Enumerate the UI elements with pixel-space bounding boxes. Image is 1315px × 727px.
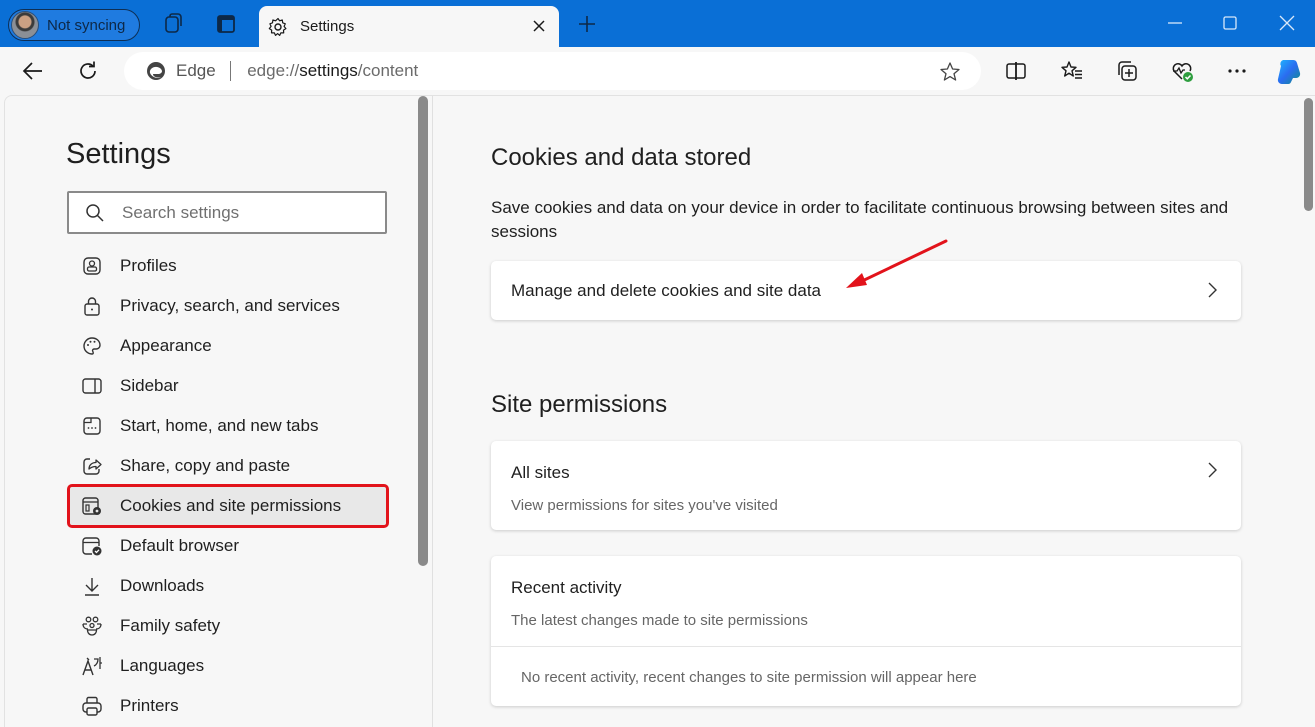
sidebar-item-label: Sidebar <box>120 376 179 395</box>
settings-nav: Profiles Privacy, search, and services A… <box>67 246 389 726</box>
tab-actions-icon[interactable] <box>215 13 237 35</box>
cookies-settings-icon <box>82 497 101 515</box>
url-host: settings <box>299 61 358 80</box>
sidebar-item-label: Downloads <box>120 576 205 595</box>
sidebar-item-downloads[interactable]: Downloads <box>69 566 387 606</box>
back-arrow-icon[interactable] <box>21 59 45 83</box>
split-screen-icon[interactable] <box>1004 59 1028 83</box>
cookies-heading: Cookies and data stored <box>491 144 752 171</box>
manage-cookies-label: Manage and delete cookies and site data <box>511 281 822 300</box>
languages-icon <box>82 657 102 676</box>
sidebar-scrollbar[interactable] <box>418 96 428 566</box>
profile-button[interactable]: Not syncing <box>8 9 140 41</box>
lock-icon <box>84 297 100 316</box>
recent-activity-empty: No recent activity, recent changes to si… <box>521 669 977 686</box>
home-tabs-icon <box>83 417 101 435</box>
printer-icon <box>82 696 102 716</box>
sidebar-item-label: Appearance <box>120 336 212 355</box>
search-box[interactable] <box>67 191 387 234</box>
browser-toolbar: Edge edge://settings/content <box>0 47 1315 95</box>
workspaces-icon[interactable] <box>162 13 184 35</box>
all-sites-subtitle: View permissions for sites you've visite… <box>511 497 778 514</box>
star-icon[interactable] <box>939 61 961 83</box>
page-scrollbar[interactable] <box>1304 98 1313 211</box>
sidebar-item-start-home[interactable]: Start, home, and new tabs <box>69 406 387 446</box>
default-browser-icon <box>82 537 102 556</box>
url-path: /content <box>357 61 419 80</box>
sidebar-item-family-safety[interactable]: Family safety <box>69 606 387 646</box>
refresh-icon[interactable] <box>76 59 100 83</box>
sidebar-item-sidebar[interactable]: Sidebar <box>69 366 387 406</box>
sidebar-item-privacy[interactable]: Privacy, search, and services <box>69 286 387 326</box>
recent-activity-subtitle: The latest changes made to site permissi… <box>511 612 808 629</box>
chevron-right-icon <box>1208 462 1217 478</box>
title-bar: Not syncing Settings <box>0 0 1315 47</box>
all-sites-row[interactable]: All sites View permissions for sites you… <box>491 441 1241 530</box>
profile-icon <box>83 257 101 275</box>
manage-cookies-row[interactable]: Manage and delete cookies and site data <box>491 261 1241 320</box>
all-sites-title: All sites <box>511 463 570 482</box>
cookies-description: Save cookies and data on your device in … <box>491 198 1229 241</box>
copilot-icon[interactable] <box>1274 56 1304 86</box>
chevron-right-icon <box>1208 282 1217 298</box>
sidebar-item-label: Privacy, search, and services <box>120 296 340 315</box>
download-icon <box>85 578 99 596</box>
sidebar-item-share[interactable]: Share, copy and paste <box>69 446 387 486</box>
card-divider <box>491 646 1241 647</box>
page-title: Settings <box>66 138 171 170</box>
address-separator <box>229 61 232 81</box>
family-icon <box>82 616 102 636</box>
recent-activity-card: Recent activity The latest changes made … <box>491 556 1241 706</box>
url-scheme: edge:// <box>247 61 300 80</box>
sidebar-item-label: Printers <box>120 696 179 715</box>
sidebar-item-appearance[interactable]: Appearance <box>69 326 387 366</box>
profile-sync-status: Not syncing <box>47 16 126 34</box>
sidebar-item-languages[interactable]: Languages <box>69 646 387 686</box>
collections-icon[interactable] <box>1115 59 1139 83</box>
sidebar-icon <box>82 378 102 394</box>
sidebar-item-cookies[interactable]: Cookies and site permissions <box>67 484 389 528</box>
sidebar-item-label: Cookies and site permissions <box>120 496 342 515</box>
close-tab-icon[interactable] <box>531 18 547 34</box>
sidebar-item-label: Languages <box>120 656 205 675</box>
tab-title: Settings <box>300 18 355 35</box>
sidebar-item-label: Share, copy and paste <box>120 456 291 475</box>
sidebar-item-label: Family safety <box>120 616 221 635</box>
sidebar-item-label: Start, home, and new tabs <box>120 416 319 435</box>
sidebar-item-label: Default browser <box>120 536 240 555</box>
sidebar-item-profiles[interactable]: Profiles <box>69 246 387 286</box>
gear-icon <box>268 17 287 36</box>
sidebar-item-printers[interactable]: Printers <box>69 686 387 726</box>
search-icon <box>86 203 104 222</box>
site-permissions-heading: Site permissions <box>491 391 668 418</box>
avatar <box>11 11 39 39</box>
address-bar[interactable]: Edge edge://settings/content <box>124 52 981 90</box>
heart-check-icon[interactable] <box>1170 59 1194 83</box>
share-icon <box>83 458 102 475</box>
search-input[interactable] <box>122 202 362 223</box>
close-window-icon[interactable] <box>1274 10 1300 36</box>
plus-icon[interactable] <box>576 13 598 35</box>
settings-page: Settings Profiles <box>4 95 1315 727</box>
address-brand: Edge <box>176 61 216 80</box>
recent-activity-title: Recent activity <box>511 578 622 597</box>
palette-icon <box>83 337 101 355</box>
settings-sidebar: Settings Profiles <box>5 96 433 727</box>
settings-content: Cookies and data stored Save cookies and… <box>434 96 1315 727</box>
tab-settings[interactable]: Settings <box>259 6 559 47</box>
more-icon[interactable] <box>1225 59 1249 83</box>
favorites-icon[interactable] <box>1060 59 1084 83</box>
sidebar-item-default-browser[interactable]: Default browser <box>69 526 387 566</box>
address-url[interactable]: edge://settings/content <box>247 61 418 81</box>
maximize-icon[interactable] <box>1217 10 1243 36</box>
minimize-icon[interactable] <box>1162 10 1188 36</box>
sidebar-item-label: Profiles <box>120 256 177 275</box>
edge-logo-icon <box>147 62 165 80</box>
